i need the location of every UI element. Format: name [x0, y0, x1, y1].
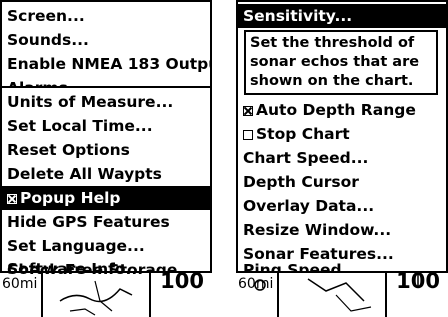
- checked-checkbox-icon: [243, 106, 253, 116]
- menu-item-software-info[interactable]: Software Info...: [2, 257, 206, 281]
- menu-item-set-language[interactable]: Set Language...: [2, 234, 210, 258]
- menu-item-hide-gps[interactable]: Hide GPS Features: [2, 210, 210, 234]
- menu-item-stop-chart-label: Stop Chart: [256, 125, 350, 143]
- menu-item-reset-options[interactable]: Reset Options: [2, 138, 210, 162]
- menu-item-set-local-time[interactable]: Set Local Time...: [2, 114, 210, 138]
- menu-item-auto-depth-range-label: Auto Depth Range: [256, 101, 416, 119]
- menu-item-enable-nmea[interactable]: Enable NMEA 183 Output: [2, 52, 210, 76]
- help-line-2: sonar echos that are: [250, 54, 420, 70]
- menu-item-auto-depth-range[interactable]: Auto Depth Range: [238, 98, 446, 122]
- help-line-3: shown on the chart.: [250, 73, 414, 89]
- menu-item-resize-window[interactable]: Resize Window...: [238, 218, 446, 242]
- menu-item-popup-help-label: Popup Help: [20, 189, 121, 207]
- menu-item-sounds[interactable]: Sounds...: [2, 28, 210, 52]
- depth-readout: 100: [396, 269, 440, 293]
- menu-item-delete-waypts[interactable]: Delete All Waypts: [2, 162, 210, 186]
- right-menu-screen: Sensitivity... Set the threshold of sona…: [236, 0, 448, 317]
- range-readout: 60mi: [238, 276, 274, 292]
- menu-item-overlay-data[interactable]: Overlay Data...: [238, 194, 446, 218]
- help-popup: Set the threshold of sonar echos that ar…: [244, 30, 438, 95]
- menu-item-popup-help[interactable]: Popup Help: [2, 186, 210, 210]
- menu-item-screen[interactable]: Screen...: [2, 4, 210, 28]
- menu-item-depth-cursor[interactable]: Depth Cursor: [238, 170, 446, 194]
- sonar-menu-frame: Sensitivity... Set the threshold of sona…: [236, 0, 448, 273]
- help-line-1: Set the threshold of: [250, 35, 415, 51]
- main-menu-frame: Screen... Sounds... Enable NMEA 183 Outp…: [0, 0, 212, 273]
- menu-item-chart-speed[interactable]: Chart Speed...: [238, 146, 446, 170]
- menu-item-units[interactable]: Units of Measure...: [2, 90, 210, 114]
- menu-item-sensitivity[interactable]: Sensitivity...: [238, 4, 446, 28]
- unchecked-checkbox-icon: [243, 130, 253, 140]
- menu-item-stop-chart[interactable]: Stop Chart: [238, 122, 446, 146]
- menu-divider: [2, 86, 210, 88]
- checked-checkbox-icon: [7, 194, 17, 204]
